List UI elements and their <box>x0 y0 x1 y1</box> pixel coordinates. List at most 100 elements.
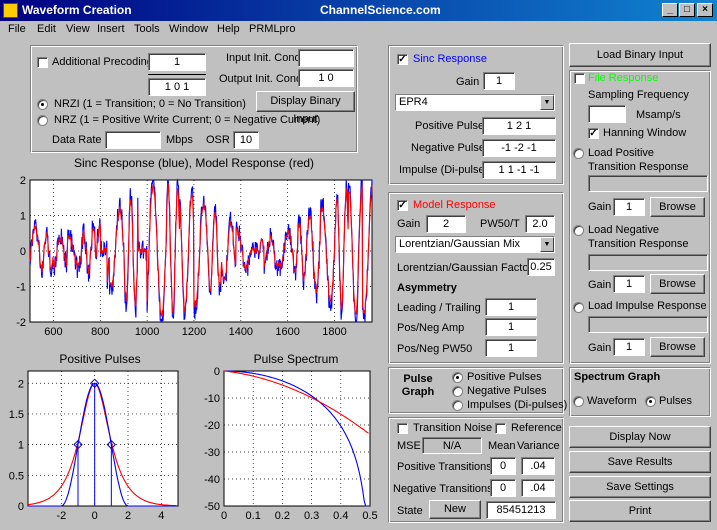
menu-edit[interactable]: Edit <box>37 23 56 35</box>
close-button[interactable]: × <box>697 3 713 17</box>
load-negative-radio[interactable] <box>573 225 584 236</box>
mse-label: MSE <box>397 440 421 452</box>
menu-tools[interactable]: Tools <box>134 23 160 35</box>
osr-label: OSR <box>206 134 230 146</box>
target-value: EPR4 <box>399 96 428 108</box>
file-response-checkbox[interactable] <box>574 73 585 84</box>
lead-trail-label: Leading / Trailing <box>397 302 481 314</box>
waveform-radio[interactable] <box>573 396 584 407</box>
0-ytick-label: 1 <box>20 211 26 223</box>
menu-view[interactable]: View <box>66 23 90 35</box>
0-xtick-label: 1000 <box>135 326 159 338</box>
1-ytick-label: 1 <box>18 440 24 452</box>
precode-numerator[interactable]: 1 <box>148 53 206 71</box>
gain3-field[interactable]: 1 <box>613 338 645 356</box>
sampling-frequency-field[interactable] <box>588 105 626 123</box>
neg-mean-field[interactable]: 0 <box>490 479 516 497</box>
menu-window[interactable]: Window <box>169 23 208 35</box>
nrzi-radio[interactable] <box>37 99 48 110</box>
chevron-down-icon[interactable]: ▼ <box>540 95 554 110</box>
model-gain-field[interactable]: 2 <box>426 215 466 233</box>
2-xtick-label: 0.5 <box>362 510 377 522</box>
neg-variance-field[interactable]: .04 <box>521 479 555 497</box>
save-results-button[interactable]: Save Results <box>569 451 711 473</box>
positive-pulses-radio[interactable] <box>452 372 463 383</box>
chevron-down-icon[interactable]: ▼ <box>540 237 554 252</box>
new-state-button[interactable]: New <box>429 500 481 519</box>
1-xtick-label: 0 <box>92 510 98 522</box>
2-xtick-label: 0 <box>221 510 227 522</box>
impulse-file-field[interactable] <box>588 316 708 333</box>
load-impulse-radio[interactable] <box>573 302 584 313</box>
model-type-select[interactable]: Lorentzian/Gaussian Mix ▼ <box>395 236 555 253</box>
gain2-field[interactable]: 1 <box>613 275 645 293</box>
target-select[interactable]: EPR4 ▼ <box>395 94 555 111</box>
pos-neg-pw50-label: Pos/Neg PW50 <box>397 343 473 355</box>
factor-field[interactable]: 0.25 <box>527 258 555 276</box>
menu-help[interactable]: Help <box>217 23 240 35</box>
gain2-label: Gain <box>588 279 612 291</box>
1-xtick-label: -2 <box>56 510 66 522</box>
sinc-gain-label: Gain <box>456 76 480 88</box>
pulse-graph-label: Pulse Graph <box>401 373 435 398</box>
print-button[interactable]: Print <box>569 500 711 522</box>
load-positive-radio[interactable] <box>573 148 584 159</box>
input-init-field[interactable] <box>298 49 354 67</box>
sinc-gain-field[interactable]: 1 <box>483 72 515 90</box>
pos-neg-amp-field[interactable]: 1 <box>485 318 537 336</box>
factor-label: Lorentzian/Gaussian Factor <box>397 262 533 274</box>
maximize-button[interactable]: □ <box>679 3 695 17</box>
nrz-radio[interactable] <box>37 115 48 126</box>
pulses-chart: -2 0 2 4 2 1.5 1 0.5 0 <box>9 370 179 522</box>
precoding-checkbox[interactable] <box>37 57 48 68</box>
precode-denominator[interactable]: 1 0 1 <box>148 78 206 96</box>
data-rate-field[interactable] <box>105 131 161 149</box>
state-field[interactable]: 85451213 <box>486 501 556 519</box>
model-type-value: Lorentzian/Gaussian Mix <box>399 238 521 250</box>
menu-insert[interactable]: Insert <box>97 23 125 35</box>
transition-noise-checkbox[interactable] <box>397 423 408 434</box>
spectrum-chart: 0 0.1 0.2 0.3 0.4 0.5 0 -10 -20 -30 -40 -50 <box>204 366 378 522</box>
msamp-label: Msamp/s <box>636 109 681 121</box>
transition-noise-label: Transition Noise <box>413 422 493 434</box>
pos-neg-pw50-field[interactable]: 1 <box>485 339 537 357</box>
load-binary-button[interactable]: Load Binary Input <box>569 43 711 67</box>
lead-trail-field[interactable]: 1 <box>485 298 537 316</box>
negative-pulses-radio[interactable] <box>452 386 463 397</box>
browse2-button[interactable]: Browse <box>650 274 705 294</box>
impulse-field[interactable]: 1 1 -1 -1 <box>482 161 556 179</box>
save-settings-button[interactable]: Save Settings <box>569 476 711 498</box>
mbps-label: Mbps <box>166 134 193 146</box>
browse1-button[interactable]: Browse <box>650 197 705 217</box>
pos-mean-field[interactable]: 0 <box>490 457 516 475</box>
menu-file[interactable]: File <box>8 23 26 35</box>
pulses-radio[interactable] <box>645 396 656 407</box>
pos-variance-field[interactable]: .04 <box>521 457 555 475</box>
negative-pulse-field[interactable]: -1 -2 -1 <box>482 139 556 157</box>
pw50-field[interactable]: 2.0 <box>525 215 555 233</box>
state-label: State <box>397 505 423 517</box>
wave-chart-title: Sinc Response (blue), Model Response (re… <box>74 156 314 170</box>
impulses-radio[interactable] <box>452 400 463 411</box>
positive-pulse-field[interactable]: 1 2 1 <box>482 117 556 135</box>
0-xtick-label: 600 <box>44 326 62 338</box>
1-ytick-label: 1.5 <box>9 409 24 421</box>
positive-file-field[interactable] <box>588 175 708 192</box>
osr-field[interactable]: 10 <box>233 131 259 149</box>
gain1-field[interactable]: 1 <box>613 198 645 216</box>
menu-prmlpro[interactable]: PRMLpro <box>249 23 295 35</box>
browse3-button[interactable]: Browse <box>650 337 705 357</box>
display-now-button[interactable]: Display Now <box>569 426 711 448</box>
1-ytick-label: 2 <box>18 378 24 390</box>
reference-checkbox[interactable] <box>495 423 506 434</box>
display-binary-button[interactable]: Display Binary Input <box>256 91 355 125</box>
output-init-field[interactable]: 1 0 <box>298 69 354 87</box>
menu-bar: File Edit View Insert Tools Window Help … <box>0 21 717 39</box>
hanning-checkbox[interactable]: ✓ <box>588 128 599 139</box>
negative-file-field[interactable] <box>588 254 708 271</box>
waveform-radio-label: Waveform <box>587 395 637 407</box>
0-ytick-label: -2 <box>16 317 26 329</box>
sinc-checkbox[interactable]: ✓ <box>397 54 408 65</box>
model-checkbox[interactable]: ✓ <box>397 200 408 211</box>
minimize-button[interactable]: _ <box>662 3 678 17</box>
